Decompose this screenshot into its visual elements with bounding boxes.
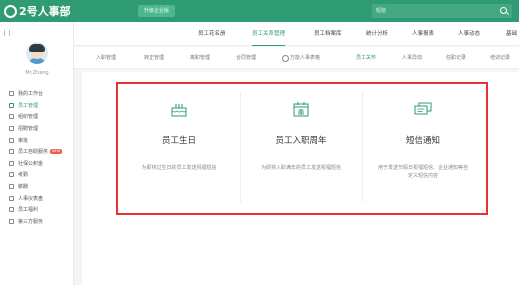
new-badge: NEW (50, 149, 63, 155)
tab-statistics[interactable]: 统计分析 (366, 22, 388, 46)
sidebar-item-label: 组织管理 (18, 114, 39, 121)
search-input[interactable]: 短信 (372, 4, 512, 18)
sidebar-item-self-service[interactable]: 员工自助服务 NEW (0, 146, 74, 158)
subtab-universal-forms[interactable]: 万能人事表格 (282, 47, 320, 69)
sidebar-nav: 我的工作台 员工管理 组织管理 招聘管理 审批 员工自助服务 NEW 社保公积金 … (0, 88, 74, 227)
sidebar-item-label: 人事仪表盘 (18, 195, 44, 202)
tab-archives[interactable]: 员工档案库 (314, 22, 342, 46)
sub-tab-bar: 入职管理 转正管理 离职管理 合同管理 万能人事表格 员工关怀 人事异动 任职记… (74, 47, 519, 69)
logo-mark (4, 4, 17, 18)
sidebar-item-insurance[interactable]: 社保公积金 (0, 158, 74, 170)
tab-employee-relations[interactable]: 员工关系管理 (252, 22, 286, 46)
sidebar-item-workbench[interactable]: 我的工作台 (0, 88, 74, 100)
sidebar-item-label: 员工自助服务 (18, 149, 49, 156)
insurance-icon (9, 160, 14, 166)
sidebar-item-approval[interactable]: 审批 (0, 134, 74, 146)
sidebar-item-dashboard[interactable]: 人事仪表盘 (0, 192, 74, 204)
sidebar-item-attendance[interactable]: 考勤 (0, 169, 74, 181)
user-name: Mr.Zhang (25, 70, 49, 76)
subtab-transfers[interactable]: 人事异动 (402, 47, 422, 69)
subtab-employee-care[interactable]: 员工关怀 (356, 47, 376, 69)
sidebar-item-welfare[interactable]: 员工福利 (0, 204, 74, 216)
avatar[interactable] (26, 42, 48, 64)
top-bar: 2号人事部 升级企业版 短信 (0, 0, 519, 22)
subtab-appointments[interactable]: 任职记录 (446, 47, 466, 69)
subtab-contracts[interactable]: 合同管理 (236, 47, 256, 69)
search-icon[interactable] (500, 7, 507, 14)
sidebar-item-label: 审批 (18, 137, 29, 144)
tab-reports[interactable]: 人事报表 (412, 22, 434, 46)
sidebar-item-label: 员工管理 (18, 102, 39, 109)
attendance-icon (9, 172, 14, 178)
sidebar-item-label: 员工福利 (18, 207, 39, 214)
approval-icon (9, 137, 14, 143)
sidebar-item-organization[interactable]: 组织管理 (0, 111, 74, 123)
tab-roster[interactable]: 员工花名册 (198, 22, 226, 46)
tab-hr-news[interactable]: 人事动态 (458, 22, 480, 46)
subtab-resignation[interactable]: 离职管理 (190, 47, 210, 69)
subtab-training[interactable]: 培训记录 (490, 47, 510, 69)
dashboard-icon (9, 195, 14, 201)
people-icon (9, 102, 14, 108)
subtab-regularization[interactable]: 转正管理 (144, 47, 164, 69)
sidebar-item-recruitment[interactable]: 招聘管理 (0, 123, 74, 135)
app-logo[interactable]: 2号人事部 (4, 3, 71, 19)
recruit-icon (9, 126, 14, 132)
sidebar-item-label: 薪酬 (18, 184, 29, 191)
highlight-frame (116, 82, 488, 215)
upgrade-button[interactable]: 升级企业版 (138, 5, 176, 17)
sidebar-item-employees[interactable]: 员工管理 (0, 100, 74, 112)
welfare-icon (9, 207, 14, 213)
tab-basic[interactable]: 基础 (506, 22, 517, 46)
sidebar-item-salary[interactable]: 薪酬 (0, 181, 74, 193)
sidebar-item-third-party[interactable]: 第三方服务 (0, 216, 74, 228)
thirdparty-icon (9, 218, 14, 224)
sidebar-item-label: 我的工作台 (18, 91, 44, 98)
sidebar-item-label: 第三方服务 (18, 218, 44, 225)
avatar-hair (29, 44, 45, 52)
home-icon (9, 91, 14, 97)
sidebar-item-label: 招聘管理 (18, 126, 39, 133)
subtab-onboarding[interactable]: 入职管理 (96, 47, 116, 69)
service-icon (9, 149, 14, 155)
org-icon (9, 114, 14, 120)
main-tab-bar: 员工花名册 员工关系管理 员工档案库 统计分析 人事报表 人事动态 基础 (74, 22, 519, 46)
sidebar: Mr.Zhang 我的工作台 员工管理 组织管理 招聘管理 审批 员工自助服务 N… (0, 22, 74, 285)
sidebar-item-label: 考勤 (18, 172, 29, 179)
logo-text: 2号人事部 (19, 5, 71, 18)
sidebar-item-label: 社保公积金 (18, 160, 44, 167)
salary-icon (9, 184, 14, 190)
app-window: 2号人事部 升级企业版 短信 Mr.Zhang 我的工作台 员工管理 组织管理 … (0, 0, 519, 285)
collapse-menu-icon[interactable] (4, 30, 10, 36)
search-value: 短信 (376, 8, 387, 14)
